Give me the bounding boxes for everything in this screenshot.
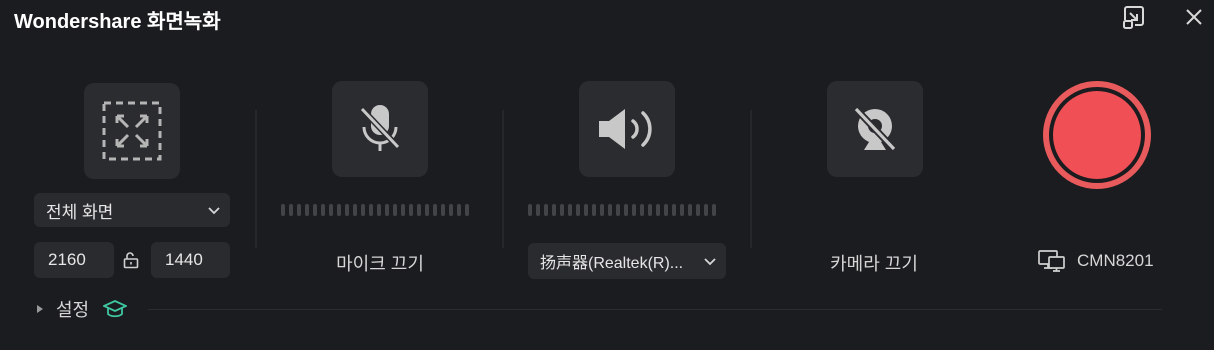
- screen-device-name: CMN8201: [1077, 251, 1154, 270]
- speaker-icon: [599, 109, 652, 149]
- record-button[interactable]: [1043, 81, 1151, 189]
- divider: [255, 110, 257, 248]
- fullscreen-area-icon: [102, 101, 162, 161]
- width-input[interactable]: 2160: [34, 242, 114, 278]
- aspect-lock-button[interactable]: [122, 251, 140, 269]
- settings-label: 설정: [56, 300, 90, 320]
- speaker-device-label: 扬声器(Realtek(R)...: [540, 255, 684, 272]
- expand-window-button[interactable]: [1119, 2, 1149, 32]
- chevron-down-icon: [208, 200, 220, 220]
- height-value: 1440: [165, 250, 203, 269]
- close-icon: [1186, 9, 1202, 25]
- capture-area-tile[interactable]: [84, 83, 180, 179]
- mic-level-meter: [281, 204, 469, 216]
- settings-toggle[interactable]: 설정: [36, 296, 128, 322]
- mic-off-icon: [359, 105, 401, 151]
- speaker-device-dropdown[interactable]: 扬声器(Realtek(R)...: [528, 243, 726, 279]
- monitor-icon: [1038, 250, 1065, 272]
- camera-off-icon: [853, 106, 897, 152]
- app-title: Wondershare 화면녹화: [14, 11, 221, 33]
- divider: [502, 110, 504, 248]
- camera-tile[interactable]: [827, 81, 923, 177]
- microphone-tile[interactable]: [332, 81, 428, 177]
- graduation-cap-icon[interactable]: [103, 299, 128, 319]
- capture-mode-label: 전체 화면: [46, 202, 114, 222]
- speaker-level-meter: [528, 204, 716, 216]
- width-value: 2160: [48, 250, 86, 269]
- title-bar: Wondershare 화면녹화: [0, 0, 1214, 34]
- caret-right-icon: [37, 305, 43, 313]
- expand-window-icon: [1123, 6, 1144, 29]
- mic-status-label[interactable]: 마이크 끄기: [280, 250, 480, 276]
- camera-status-label[interactable]: 카메라 끄기: [774, 250, 974, 276]
- screen-selector[interactable]: CMN8201: [1038, 250, 1154, 272]
- divider: [750, 110, 752, 248]
- settings-divider: [148, 309, 1162, 310]
- close-button[interactable]: [1179, 2, 1209, 32]
- speaker-tile[interactable]: [579, 81, 675, 177]
- chevron-down-icon: [704, 251, 716, 271]
- unlock-icon: [123, 252, 139, 269]
- capture-mode-dropdown[interactable]: 전체 화면: [34, 193, 230, 227]
- height-input[interactable]: 1440: [151, 242, 230, 278]
